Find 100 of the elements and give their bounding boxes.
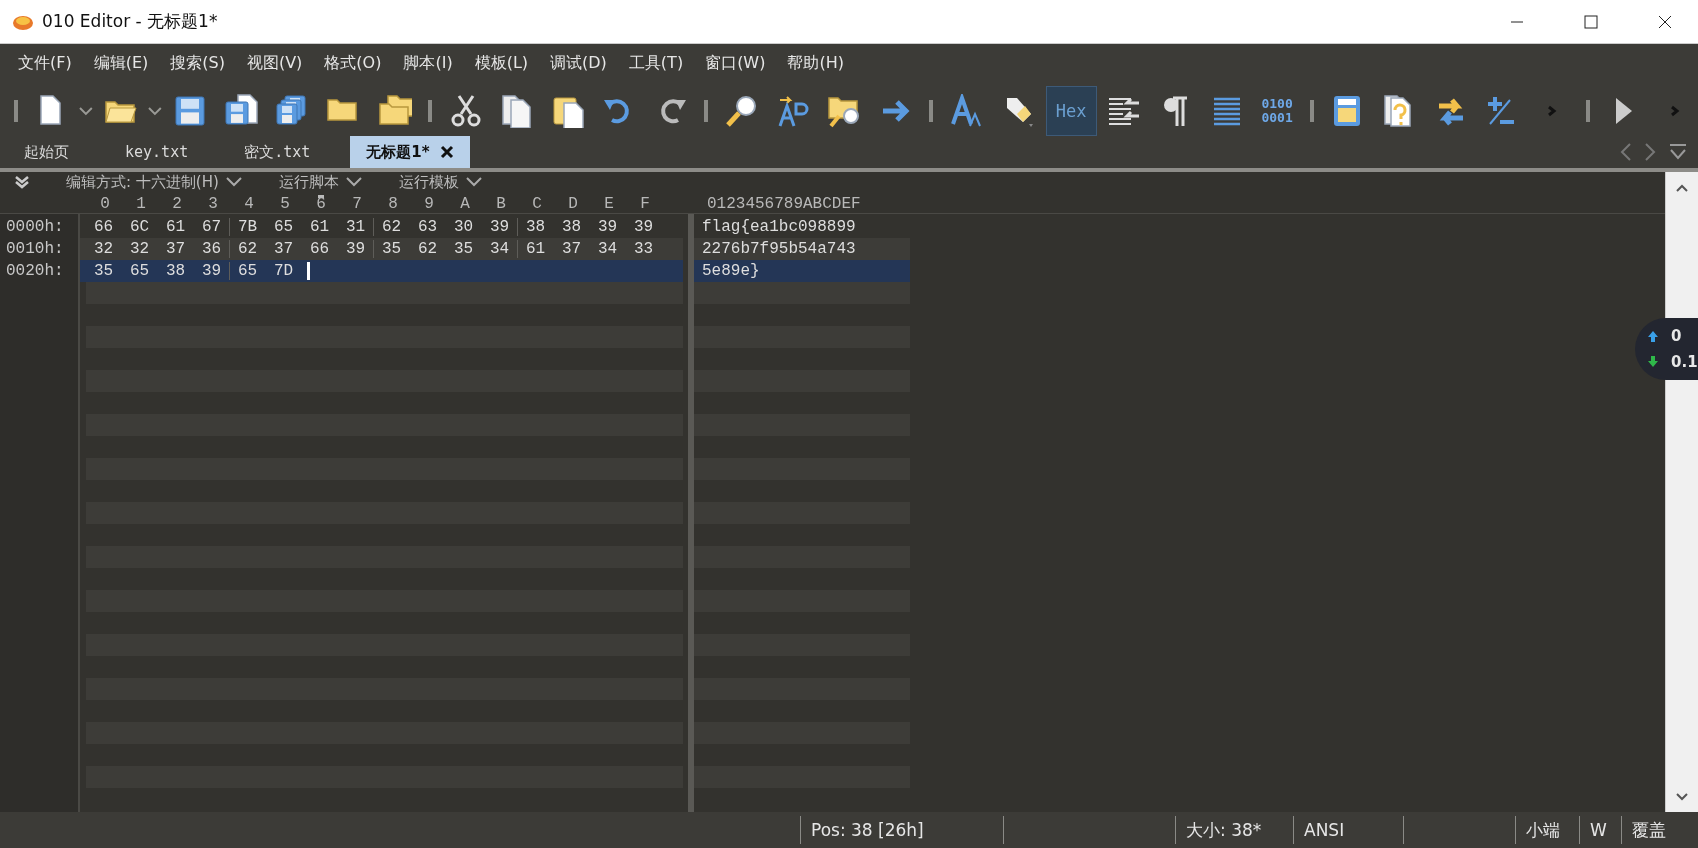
hex-byte: 65: [229, 262, 265, 280]
hex-byte: 38: [164, 262, 187, 280]
column-header: E: [603, 195, 615, 213]
close-icon: [439, 145, 454, 159]
folders-icon: [377, 94, 412, 128]
arrow-down-icon: [1647, 356, 1659, 368]
binary-button[interactable]: 0100 0001: [1254, 86, 1300, 136]
hex-byte: 62: [373, 218, 409, 236]
editor-option[interactable]: 编辑方式: 十六进制(H): [66, 172, 243, 192]
hex-byte: 36: [200, 240, 223, 258]
hex-mode-button[interactable]: Hex: [1045, 86, 1097, 136]
menu-item[interactable]: 脚本(I): [403, 48, 453, 78]
maximize-icon: [1584, 14, 1598, 29]
hex-byte: 65: [128, 262, 151, 280]
window-title: 010 Editor - 无标题1*: [42, 10, 219, 33]
status-text: 覆盖: [1632, 818, 1666, 842]
offset-label: 0020h:: [5, 261, 65, 282]
text-row-text: flag{ea1bc098899: [701, 218, 856, 236]
hex-byte: 35: [452, 240, 475, 258]
close-icon: [1658, 14, 1672, 29]
hex-byte: 39: [344, 240, 367, 258]
caret-icon: [79, 106, 93, 116]
offset-label: 0010h:: [5, 239, 65, 260]
menu-item[interactable]: 工具(T): [628, 48, 684, 78]
menu-item[interactable]: 编辑(E): [93, 48, 149, 78]
column-header: A: [459, 195, 471, 213]
collapse-icon[interactable]: [14, 175, 30, 189]
font-icon: [949, 94, 984, 128]
column-header: 7: [351, 195, 363, 213]
hex-byte: 65: [272, 218, 295, 236]
caret-icon: [148, 106, 162, 116]
download-speed: 0.1: [1671, 353, 1698, 371]
hex-byte: 38: [517, 218, 553, 236]
hex-byte: 32: [92, 240, 115, 258]
menu-item[interactable]: 窗口(W): [705, 48, 766, 78]
copy-icon: [499, 94, 534, 128]
column-header: 3: [207, 195, 219, 213]
hex-byte: 67: [200, 218, 223, 236]
editor-option[interactable]: 运行脚本: [278, 172, 363, 192]
replace-icon: [776, 94, 811, 128]
menu-item[interactable]: 模板(L): [474, 48, 529, 78]
dropdown-icon[interactable]: [1668, 142, 1688, 162]
chevron-icon: [1546, 105, 1559, 117]
column-header: D: [567, 195, 579, 213]
hex-byte: 61: [308, 218, 331, 236]
menu-item[interactable]: 文件(F): [18, 48, 72, 78]
column-header: 5: [279, 195, 291, 213]
column-header: 2: [171, 195, 183, 213]
hex-byte: 34: [488, 240, 511, 258]
hex-byte: 39: [200, 262, 223, 280]
editor-option[interactable]: 运行模板: [398, 172, 483, 192]
hex-byte: 37: [272, 240, 295, 258]
tab[interactable]: 密文.txt: [228, 136, 327, 168]
status-text: Pos: 38 [26h]: [811, 820, 924, 840]
hex-byte: 30: [452, 218, 475, 236]
chevron-left-icon[interactable]: [1620, 142, 1632, 162]
menu-item[interactable]: 视图(V): [246, 48, 303, 78]
hex-byte: 7D: [272, 262, 295, 280]
column-header: B: [495, 195, 507, 213]
hex-row[interactable]: 32 32 37 36 62 37 66 39 35 62 35 34 61 37 34 33: [80, 238, 683, 260]
hex-row[interactable]: 35 65 38 39 65 7D: [80, 260, 683, 282]
status-text: 大小: 38*: [1186, 818, 1262, 842]
chevron-down-icon: [344, 176, 363, 188]
offset-label: 0000h:: [5, 217, 65, 238]
hex-byte: 66: [92, 218, 115, 236]
column-header: F: [639, 195, 651, 213]
text-row-text: 5e89e}: [701, 262, 760, 280]
hex-row[interactable]: 66 6C 61 67 7B 65 61 31 62 63 30 39 38 38 39 39: [80, 216, 683, 238]
menu-item[interactable]: 帮助(H): [787, 48, 844, 78]
status-text: W: [1590, 820, 1607, 840]
hex-byte: 31: [344, 218, 367, 236]
hex-byte: 6C: [128, 218, 151, 236]
tab[interactable]: key.txt: [109, 136, 205, 168]
menu-item[interactable]: 搜索(S): [170, 48, 225, 78]
chevron-down-icon: [224, 176, 243, 188]
hex-byte: 62: [229, 240, 265, 258]
status-text: 小端: [1526, 818, 1560, 842]
floppy-disk-icon: [223, 94, 258, 128]
upload-speed: 0: [1671, 327, 1682, 345]
tab[interactable]: 起始页: [8, 136, 85, 168]
scrollbar[interactable]: [1665, 172, 1698, 812]
tab[interactable]: 无标题1*: [350, 136, 470, 168]
status-text: ANSI: [1304, 820, 1345, 840]
arrow-up-icon: [1647, 330, 1659, 342]
menu-item[interactable]: 调试(D): [550, 48, 607, 78]
column-header: 9: [423, 195, 435, 213]
chevron-icon: [1668, 105, 1681, 117]
hex-byte: 39: [488, 218, 511, 236]
clipboard-icon: [551, 94, 586, 128]
hex-byte: 38: [560, 218, 583, 236]
chevron-down-icon: [464, 176, 483, 188]
hex-byte: 33: [632, 240, 655, 258]
hex-byte: 32: [128, 240, 151, 258]
menu-item[interactable]: 格式(O): [324, 48, 382, 78]
column-header: 4: [243, 195, 255, 213]
hex-byte: 39: [596, 218, 619, 236]
chevron-right-icon[interactable]: [1644, 142, 1656, 162]
hex-byte: 35: [92, 262, 115, 280]
hex-byte: 61: [517, 240, 553, 258]
hex-byte: 66: [308, 240, 331, 258]
